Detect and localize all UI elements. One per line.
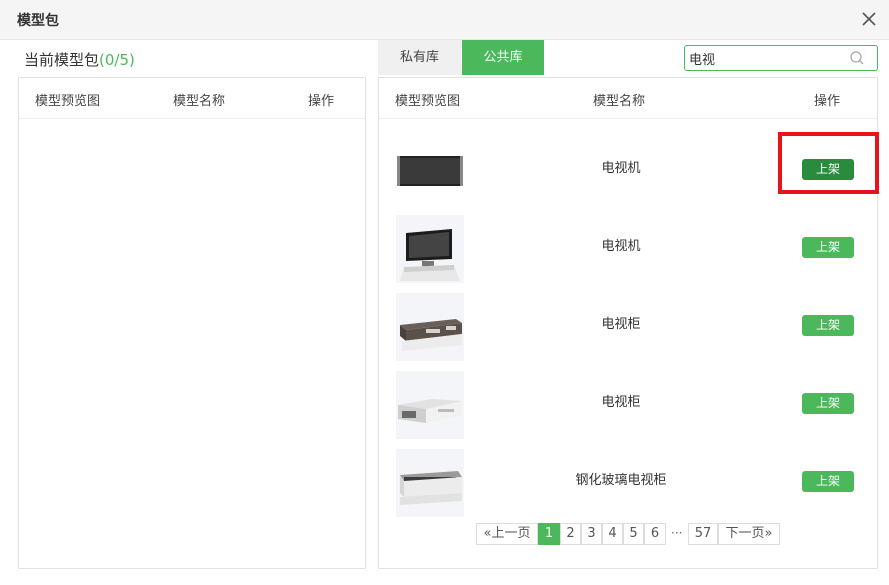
- model-row: 电视柜 上架: [379, 282, 877, 361]
- last-page-button[interactable]: 57: [688, 523, 718, 545]
- left-col-name: 模型名称: [173, 94, 226, 109]
- model-row: 电视柜 上架: [379, 360, 877, 439]
- search-icon[interactable]: [849, 50, 865, 66]
- model-name: 电视机: [601, 239, 641, 254]
- page-button[interactable]: 1: [538, 523, 560, 545]
- pagination-ellipsis: ···: [671, 526, 683, 540]
- prev-page-button[interactable]: «上一页: [476, 523, 538, 545]
- current-package-label: 当前模型包: [24, 51, 100, 69]
- publish-button[interactable]: 上架: [802, 159, 854, 180]
- tv-thumbnail: [396, 137, 464, 205]
- publish-button[interactable]: 上架: [802, 315, 854, 336]
- left-col-action: 操作: [308, 94, 335, 109]
- page-button[interactable]: 5: [623, 523, 644, 545]
- current-package-count: (0/5): [99, 51, 135, 69]
- model-name: 电视柜: [601, 395, 641, 410]
- tab-public-library[interactable]: 公共库: [462, 40, 544, 75]
- close-icon[interactable]: [859, 9, 879, 29]
- current-package-panel: 模型预览图 模型名称 操作: [18, 77, 366, 569]
- model-name: 电视柜: [601, 317, 641, 332]
- search-box: [684, 45, 878, 71]
- right-table-header: 模型预览图 模型名称 操作: [379, 78, 877, 119]
- page-button[interactable]: 4: [602, 523, 623, 545]
- dialog-titlebar: 模型包: [0, 0, 889, 40]
- model-row: 钢化玻璃电视柜 上架: [379, 438, 877, 517]
- model-name: 电视机: [601, 161, 641, 176]
- tab-private-library[interactable]: 私有库: [378, 40, 461, 75]
- publish-button[interactable]: 上架: [802, 237, 854, 258]
- tv-cabinet-thumbnail: [396, 449, 464, 517]
- right-col-preview: 模型预览图: [395, 94, 461, 109]
- dialog-title: 模型包: [17, 13, 59, 29]
- model-row: 电视机 上架: [379, 126, 877, 205]
- right-col-name: 模型名称: [593, 94, 646, 109]
- search-input[interactable]: [689, 48, 849, 68]
- model-row: 电视机 上架: [379, 204, 877, 283]
- page-button[interactable]: 2: [560, 523, 581, 545]
- page-button[interactable]: 6: [644, 523, 666, 545]
- tv-thumbnail: [396, 215, 464, 283]
- model-name: 钢化玻璃电视柜: [575, 473, 667, 488]
- model-library-panel: 模型预览图 模型名称 操作 电视机 上架 电视机 上架 电视柜 上架 电视柜 上…: [378, 77, 878, 569]
- publish-button[interactable]: 上架: [802, 393, 854, 414]
- current-package-heading: 当前模型包(0/5): [24, 49, 135, 70]
- right-col-action: 操作: [814, 94, 841, 109]
- publish-button[interactable]: 上架: [802, 471, 854, 492]
- tv-cabinet-thumbnail: [396, 293, 464, 361]
- tv-cabinet-thumbnail: [396, 371, 464, 439]
- left-col-preview: 模型预览图: [35, 94, 101, 109]
- left-table-header: 模型预览图 模型名称 操作: [19, 78, 365, 119]
- next-page-button[interactable]: 下一页»: [718, 523, 780, 545]
- page-button[interactable]: 3: [581, 523, 602, 545]
